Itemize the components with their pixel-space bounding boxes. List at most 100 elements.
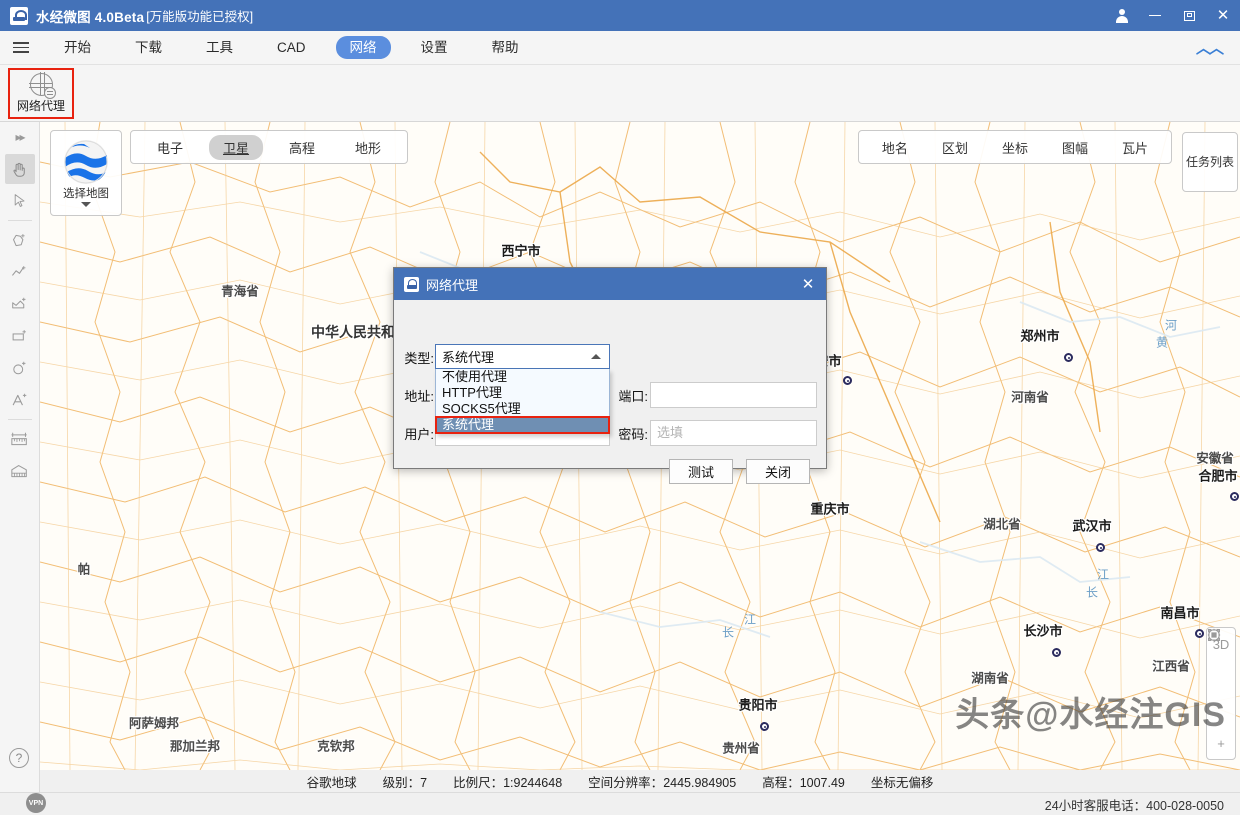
- dropdown-option-http[interactable]: HTTP代理: [436, 385, 609, 401]
- menu-bar: 开始 下载 工具 CAD 网络 设置 帮助 ︿︿: [0, 31, 1240, 65]
- map-label-changjiang-3: 江: [743, 612, 757, 627]
- service-phone: 24小时客服电话：400-028-0050: [1044, 798, 1224, 813]
- dialog-close-button[interactable]: ✕: [790, 268, 826, 300]
- measure-distance-tool-button[interactable]: [5, 424, 35, 454]
- map-label-hubei: 湖北省: [983, 517, 1021, 532]
- city-dot-guiyang: [760, 722, 769, 731]
- hamburger-menu-icon[interactable]: [0, 42, 42, 53]
- menu-item-help[interactable]: 帮助: [478, 36, 533, 59]
- pan-tool-button[interactable]: [4, 154, 35, 184]
- status-level-label: 级别：: [382, 776, 421, 790]
- network-proxy-dialog: 网络代理 ✕ 类型: 系统代理 不使用代理 HTTP代理 SOCKS5代理 系统…: [393, 267, 827, 484]
- dialog-close-action-button[interactable]: 关闭: [746, 459, 810, 484]
- measure-area-tool-button[interactable]: [5, 456, 35, 486]
- menu-item-start[interactable]: 开始: [50, 36, 105, 59]
- task-list-button[interactable]: 任务列表: [1182, 132, 1238, 192]
- menu-item-settings[interactable]: 设置: [407, 36, 462, 59]
- network-proxy-button[interactable]: 网络代理: [8, 68, 74, 119]
- help-icon[interactable]: ?: [9, 748, 29, 768]
- port-label: 端口:: [618, 389, 648, 404]
- city-dot-nanchang: [1195, 629, 1204, 638]
- cursor-arrow-icon: [14, 194, 24, 207]
- fullscreen-icon[interactable]: [1208, 629, 1232, 687]
- dialog-app-icon: [404, 276, 419, 292]
- vpn-icon[interactable]: VPN: [26, 793, 46, 813]
- chevron-up-icon: [591, 354, 601, 359]
- layer-tab-electronic[interactable]: 电子: [143, 135, 197, 160]
- layer-tab-satellite[interactable]: 卫星: [209, 134, 264, 160]
- attr-tab-coords[interactable]: 坐标: [990, 135, 1040, 160]
- password-input[interactable]: 选填: [650, 420, 817, 446]
- add-circle-tool-button[interactable]: [5, 353, 35, 383]
- menu-item-download[interactable]: 下载: [121, 36, 176, 59]
- chevron-down-icon[interactable]: [81, 201, 91, 207]
- footer-bar: 24小时客服电话：400-028-0050: [0, 792, 1240, 815]
- map-label-hunan: 湖南省: [971, 671, 1009, 686]
- google-earth-icon: [64, 139, 108, 184]
- attr-tab-placename[interactable]: 地名: [870, 135, 920, 160]
- add-rectangle-tool-button[interactable]: [5, 321, 35, 351]
- layer-tabs: 电子 卫星 高程 地形: [130, 130, 409, 164]
- user-account-button[interactable]: [1104, 0, 1138, 31]
- select-tool-button[interactable]: [5, 186, 35, 216]
- menu-item-network[interactable]: 网络: [335, 36, 391, 59]
- map-label-guiyang: 贵阳市: [738, 697, 778, 713]
- attr-tab-tile[interactable]: 瓦片: [1110, 135, 1160, 160]
- status-offset-note: 坐标无偏移: [870, 776, 934, 790]
- recenter-icon[interactable]: [1207, 628, 1232, 720]
- tool-rail: ▸▸: [0, 122, 40, 792]
- map-label-kachin: 克钦邦: [317, 739, 355, 754]
- layer-tab-elevation[interactable]: 高程: [275, 135, 329, 160]
- dropdown-option-socks5[interactable]: SOCKS5代理: [436, 401, 609, 417]
- map-label-wuhan: 武汉市: [1072, 518, 1112, 534]
- freehand-polygon-plus-icon: [13, 233, 25, 246]
- dropdown-option-system[interactable]: 系统代理: [435, 416, 610, 434]
- map-label-changjiang-1: 江: [1096, 567, 1110, 582]
- add-text-tool-button[interactable]: [5, 385, 35, 415]
- status-elevation: 高程：1007.49: [762, 772, 845, 791]
- map-label-hefei: 合肥市: [1198, 468, 1238, 484]
- maximize-button[interactable]: [1172, 0, 1206, 31]
- network-proxy-label: 网络代理: [16, 99, 65, 113]
- add-polyline-tool-button[interactable]: [5, 257, 35, 287]
- minimize-button[interactable]: [1138, 0, 1172, 31]
- rail-divider: [7, 220, 32, 221]
- address-label: 地址:: [404, 389, 434, 404]
- rectangle-plus-icon: [12, 329, 26, 340]
- expand-rail-icon[interactable]: ▸▸: [0, 122, 39, 152]
- basemap-selector[interactable]: 选择地图: [50, 130, 122, 216]
- map-label-assam: 阿萨姆邦: [128, 716, 180, 731]
- map-nav-controls: 3D +: [1206, 627, 1236, 760]
- ribbon-bar: 网络代理: [0, 65, 1240, 122]
- port-input[interactable]: [650, 382, 817, 408]
- dialog-body: 类型: 系统代理 不使用代理 HTTP代理 SOCKS5代理 系统代理 地址: …: [394, 300, 826, 484]
- menu-item-cad[interactable]: CAD: [263, 36, 320, 59]
- add-polygon-tool-button[interactable]: [5, 289, 35, 319]
- attr-tab-division[interactable]: 区划: [930, 135, 980, 160]
- test-button[interactable]: 测试: [669, 459, 733, 484]
- map-label-partial: 帕: [77, 562, 91, 577]
- city-dot-hefei: [1230, 492, 1239, 501]
- proxy-type-dropdown[interactable]: 不使用代理 HTTP代理 SOCKS5代理 系统代理: [435, 369, 610, 434]
- chevron-up-icon[interactable]: ︿︿: [1196, 37, 1224, 58]
- basemap-label: 选择地图: [63, 187, 109, 200]
- maximize-icon: [1183, 10, 1195, 21]
- map-label-jiangxi: 江西省: [1152, 659, 1190, 674]
- menu-item-tools[interactable]: 工具: [192, 36, 247, 59]
- city-dot-changsha: [1052, 648, 1061, 657]
- proxy-type-value: 系统代理: [442, 350, 495, 365]
- status-scale-label: 比例尺：: [453, 776, 504, 790]
- dropdown-option-no-proxy[interactable]: 不使用代理: [436, 369, 609, 385]
- add-freehand-polygon-tool-button[interactable]: [5, 225, 35, 255]
- proxy-type-combobox[interactable]: 系统代理: [435, 344, 610, 369]
- status-elevation-value: 1007.49: [799, 776, 845, 790]
- close-button[interactable]: ✕: [1206, 0, 1240, 31]
- map-label-xining: 西宁市: [501, 243, 541, 259]
- map-label-changjiang-4: 长: [721, 625, 735, 640]
- measure-distance-icon: [11, 432, 27, 445]
- application-window: 水经微图 4.0Beta [万能版功能已授权] ✕ 开始 下载 工具 CAD 网…: [0, 0, 1240, 815]
- layer-tab-terrain[interactable]: 地形: [341, 135, 395, 160]
- dialog-title-bar: 网络代理 ✕: [394, 268, 826, 300]
- attr-tab-sheet[interactable]: 图幅: [1050, 135, 1100, 160]
- zoom-in-button[interactable]: +: [1210, 733, 1232, 753]
